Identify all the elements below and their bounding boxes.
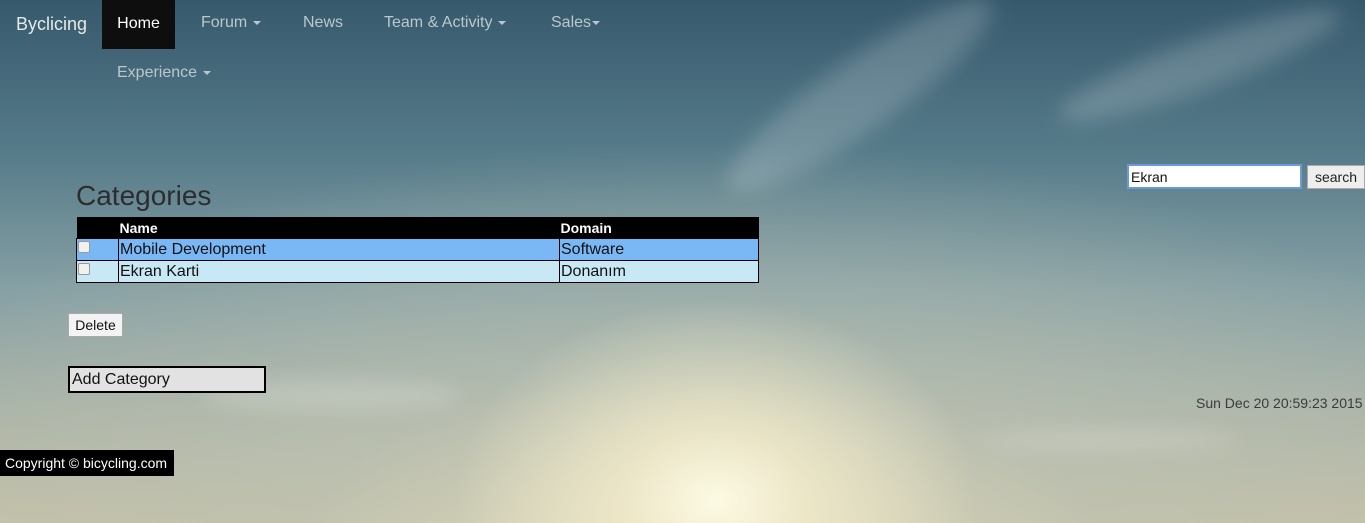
column-header-name: Name (118, 217, 560, 239)
table-header-row: Name Domain (76, 217, 759, 239)
background-cloud (708, 0, 1012, 216)
footer-copyright: Copyright © bicycling.com (0, 450, 174, 476)
nav-item-team-activity[interactable]: Team & Activity (384, 14, 507, 32)
background-cloud (1050, 0, 1350, 140)
current-datetime: Sun Dec 20 20:59:23 2015 (1196, 395, 1363, 411)
row-select-cell (76, 260, 119, 283)
nav-item-sales-label: Sales (551, 14, 592, 31)
chevron-down-icon (498, 20, 507, 25)
category-domain-cell: Donanım (559, 260, 759, 283)
nav-item-team-activity-label: Team & Activity (384, 14, 493, 31)
column-header-select (76, 217, 119, 239)
nav-item-home[interactable]: Home (102, 0, 175, 49)
row-select-cell (76, 238, 119, 261)
nav-item-experience[interactable]: Experience (117, 64, 212, 82)
category-domain-cell: Software (559, 238, 759, 261)
nav-item-sales[interactable]: Sales (551, 14, 601, 32)
navbar-brand[interactable]: Byclicing (16, 14, 87, 35)
page-title: Categories (76, 180, 212, 211)
category-name-cell: Ekran Karti (118, 260, 560, 283)
row-checkbox[interactable] (78, 263, 90, 276)
table-row: Ekran Karti Donanım (76, 260, 759, 283)
add-category-button[interactable]: Add Category (68, 366, 266, 393)
search-input[interactable] (1127, 164, 1302, 189)
category-name-cell: Mobile Development (118, 238, 560, 261)
column-header-domain: Domain (559, 217, 759, 239)
nav-item-forum-label: Forum (201, 14, 248, 31)
chevron-down-icon (592, 20, 601, 25)
nav-item-forum[interactable]: Forum (201, 14, 262, 32)
delete-button[interactable]: Delete (68, 313, 123, 337)
chevron-down-icon (253, 20, 262, 25)
categories-table: Name Domain Mobile Development Software … (76, 217, 759, 283)
row-checkbox[interactable] (78, 241, 90, 254)
background-cloud (980, 430, 1240, 450)
nav-item-experience-label: Experience (117, 64, 198, 81)
nav-item-news[interactable]: News (303, 14, 343, 32)
chevron-down-icon (203, 70, 212, 75)
table-row: Mobile Development Software (76, 238, 759, 261)
search-button[interactable]: search (1307, 165, 1365, 189)
